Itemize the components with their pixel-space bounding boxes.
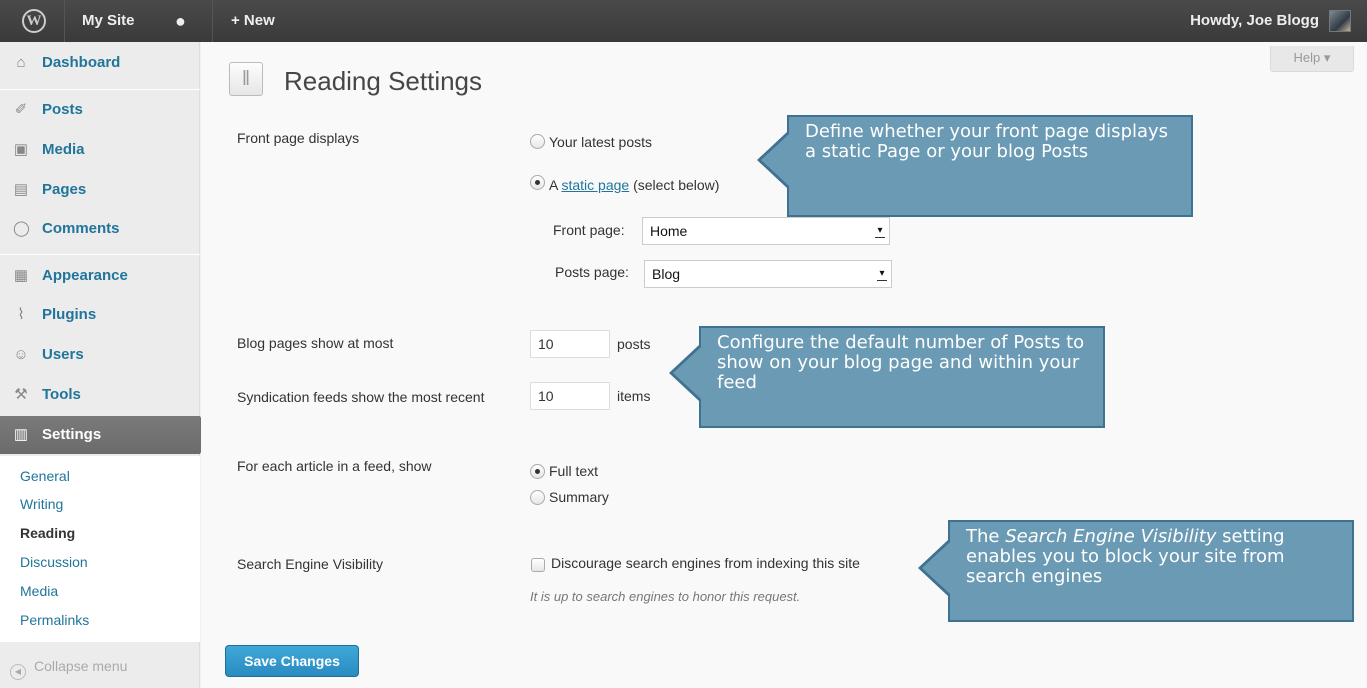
sidebar-item-media[interactable]: ▣ Media bbox=[0, 131, 200, 169]
menu-separator bbox=[0, 89, 200, 90]
sidebar-item-tools[interactable]: ⚒ Tools bbox=[0, 376, 200, 414]
syndication-label: Syndication feeds show the most recent bbox=[237, 389, 485, 405]
discourage-search-checkbox[interactable] bbox=[531, 558, 545, 572]
admin-sidebar: ⌂ Dashboard ✐ Posts ▣ Media ▤ Pages ◯ Comment… bbox=[0, 42, 210, 688]
search-engine-description: It is up to search engines to honor this… bbox=[530, 589, 801, 604]
sidebar-item-settings[interactable]: ▥ Settings bbox=[0, 416, 210, 454]
posts-per-page-input[interactable]: 10 bbox=[530, 330, 610, 358]
callout-pointer bbox=[922, 542, 950, 594]
chevron-down-icon: ▾ bbox=[1323, 50, 1331, 65]
callout-search-emph: Search Engine Visibility bbox=[1005, 526, 1217, 547]
comment-icon: ◯ bbox=[13, 220, 30, 237]
discourage-search-label[interactable]: Discourage search engines from indexing … bbox=[551, 555, 860, 571]
home-icon: ⌂ bbox=[16, 54, 26, 71]
static-page-link[interactable]: static page bbox=[561, 177, 629, 193]
radio-static-page-label[interactable]: A static page (select below) bbox=[549, 177, 719, 193]
callout-posts-count: Configure the default number of Posts to… bbox=[699, 326, 1105, 428]
new-content-button[interactable]: + New bbox=[231, 0, 275, 42]
settings-submenu: General Writing Reading Discussion Media… bbox=[0, 456, 200, 642]
plugin-icon: ⌇ bbox=[17, 306, 25, 323]
collapse-menu-label: Collapse menu bbox=[34, 658, 128, 674]
site-name-link[interactable]: My Site bbox=[82, 0, 135, 42]
callout-front-page: Define whether your front page displays … bbox=[787, 115, 1193, 217]
sidebar-item-label: Appearance bbox=[42, 267, 128, 284]
callout-search-engine: The Search Engine Visibility setting ena… bbox=[948, 520, 1354, 622]
tools-icon: ⚒ bbox=[14, 386, 28, 403]
collapse-menu-button[interactable]: ◀ Collapse menu bbox=[10, 658, 127, 680]
appearance-icon: ▦ bbox=[13, 267, 29, 284]
admin-bar-divider bbox=[212, 0, 213, 42]
radio-summary[interactable] bbox=[530, 490, 545, 505]
avatar[interactable] bbox=[1329, 10, 1351, 32]
users-icon: ☺ bbox=[13, 346, 29, 363]
user-greeting[interactable]: Howdy, Joe Blogg bbox=[1190, 0, 1319, 42]
callout-pointer bbox=[673, 347, 701, 399]
radio-summary-label[interactable]: Summary bbox=[549, 489, 609, 505]
admin-bar: W My Site ● + New Howdy, Joe Blogg bbox=[0, 0, 1367, 42]
sidebar-item-label: Comments bbox=[42, 220, 120, 237]
sidebar-item-appearance[interactable]: ▦ Appearance bbox=[0, 257, 200, 295]
callout-pointer bbox=[761, 134, 789, 186]
sidebar-item-users[interactable]: ☺ Users bbox=[0, 336, 200, 374]
radio-full-text[interactable] bbox=[530, 464, 545, 479]
help-label: Help bbox=[1293, 50, 1321, 65]
front-page-select-label: Front page: bbox=[553, 222, 625, 238]
submenu-item-general[interactable]: General bbox=[20, 468, 70, 484]
posts-page-select-value: Blog bbox=[652, 266, 681, 282]
front-page-select[interactable]: Home ▾ bbox=[642, 217, 890, 245]
submenu-item-reading[interactable]: Reading bbox=[20, 525, 75, 541]
items-unit-label: items bbox=[617, 388, 651, 404]
blog-pages-label: Blog pages show at most bbox=[237, 335, 394, 351]
search-engine-label: Search Engine Visibility bbox=[237, 556, 384, 572]
help-tab-button[interactable]: Help ▾ bbox=[1270, 46, 1354, 72]
static-prefix: A bbox=[549, 177, 562, 193]
collapse-arrow-icon: ◀ bbox=[10, 664, 26, 680]
submenu-item-discussion[interactable]: Discussion bbox=[20, 554, 88, 570]
sidebar-item-label: Users bbox=[42, 346, 84, 363]
sidebar-item-label: Pages bbox=[42, 181, 87, 198]
radio-full-text-label[interactable]: Full text bbox=[549, 463, 598, 479]
static-suffix: (select below) bbox=[629, 177, 720, 193]
sidebar-item-label: Settings bbox=[42, 426, 102, 443]
sidebar-item-label: Plugins bbox=[42, 306, 97, 323]
media-icon: ▣ bbox=[13, 141, 29, 158]
pages-icon: ▤ bbox=[13, 181, 29, 198]
page-title: Reading Settings bbox=[284, 66, 483, 96]
submenu-item-writing[interactable]: Writing bbox=[20, 496, 63, 512]
pushpin-icon: ✐ bbox=[14, 101, 28, 118]
sidebar-item-posts[interactable]: ✐ Posts bbox=[0, 91, 200, 129]
admin-bar-divider bbox=[64, 0, 65, 42]
submenu-item-permalinks[interactable]: Permalinks bbox=[20, 612, 89, 628]
dropdown-arrow-icon: ▾ bbox=[875, 224, 885, 238]
radio-latest-posts-label[interactable]: Your latest posts bbox=[549, 134, 652, 150]
radio-latest-posts[interactable] bbox=[530, 134, 545, 149]
posts-page-select-label: Posts page: bbox=[555, 264, 629, 280]
dropdown-arrow-icon: ▾ bbox=[877, 267, 887, 281]
submenu-item-media[interactable]: Media bbox=[20, 583, 58, 599]
settings-icon: ▥ bbox=[13, 426, 29, 443]
sidebar-item-label: Media bbox=[42, 141, 85, 158]
radio-static-page[interactable] bbox=[530, 175, 545, 190]
sidebar-item-label: Posts bbox=[42, 101, 83, 118]
save-changes-button[interactable]: Save Changes bbox=[225, 645, 359, 677]
sidebar-item-comments[interactable]: ◯ Comments bbox=[0, 210, 200, 248]
sidebar-item-dashboard[interactable]: ⌂ Dashboard bbox=[0, 44, 200, 82]
callout-search-pre: The bbox=[966, 526, 1006, 547]
front-page-select-value: Home bbox=[650, 223, 688, 239]
posts-unit-label: posts bbox=[617, 336, 651, 352]
front-page-label: Front page displays bbox=[237, 130, 360, 146]
wordpress-logo-icon[interactable]: W bbox=[22, 9, 46, 33]
menu-separator bbox=[0, 254, 200, 255]
sidebar-item-pages[interactable]: ▤ Pages bbox=[0, 171, 200, 209]
posts-page-select[interactable]: Blog ▾ bbox=[644, 260, 892, 288]
feed-items-input[interactable]: 10 bbox=[530, 382, 610, 410]
sidebar-item-plugins[interactable]: ⌇ Plugins bbox=[0, 296, 200, 334]
sidebar-item-label: Tools bbox=[42, 386, 81, 403]
settings-page-icon: ‖ bbox=[229, 62, 263, 96]
sidebar-item-label: Dashboard bbox=[42, 54, 121, 71]
comment-bubble-icon[interactable]: ● bbox=[175, 0, 186, 42]
feed-article-label: For each article in a feed, show bbox=[237, 458, 432, 474]
